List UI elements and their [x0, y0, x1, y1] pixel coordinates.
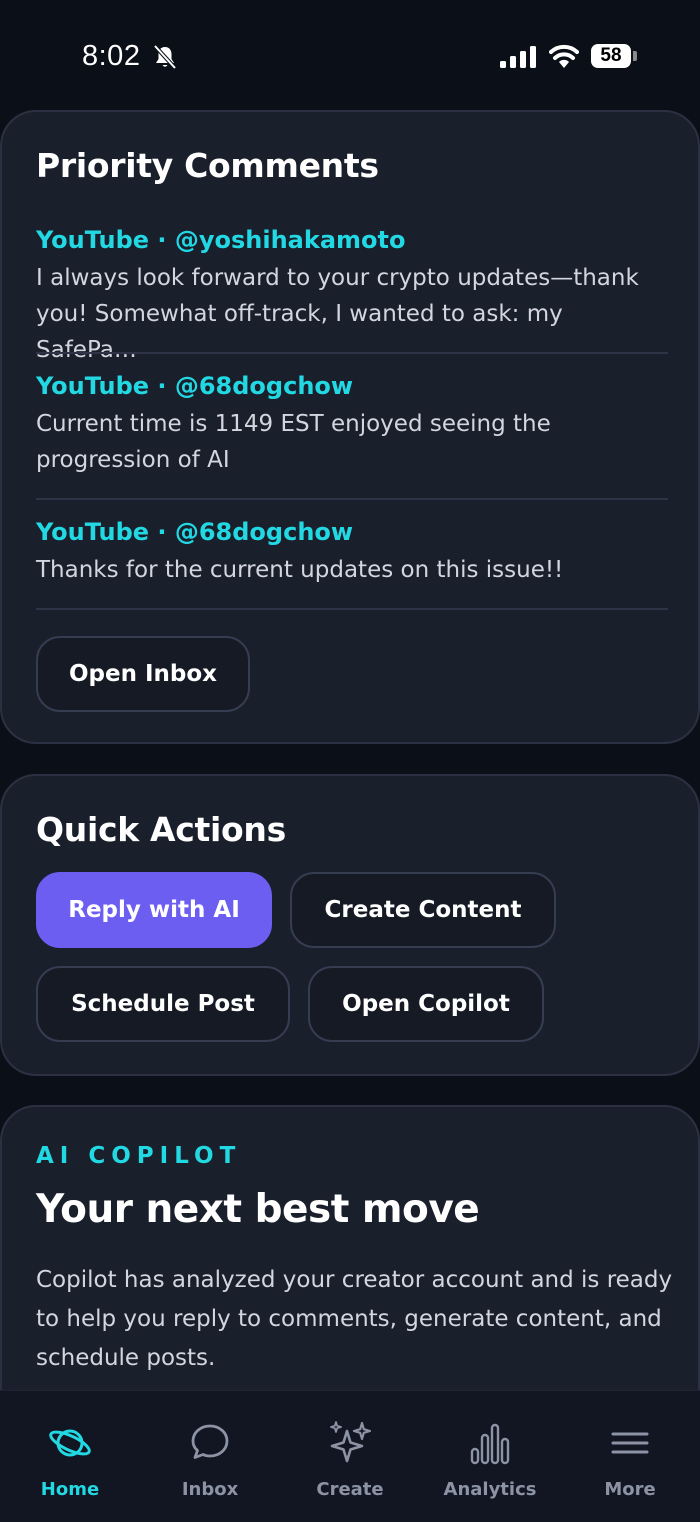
- status-time: 8:02: [82, 40, 141, 72]
- battery-nub: [633, 51, 637, 61]
- bar-chart-icon: [470, 1423, 510, 1465]
- comment-item[interactable]: YouTube · @yoshihakamoto I always look f…: [36, 226, 668, 368]
- quick-actions-title: Quick Actions: [36, 810, 286, 849]
- reply-with-ai-button[interactable]: Reply with AI: [36, 872, 272, 948]
- battery-indicator: 58: [591, 44, 631, 68]
- comment-item[interactable]: YouTube · @68dogchow Current time is 114…: [36, 372, 668, 478]
- planet-icon: [49, 1429, 91, 1457]
- tab-label: Create: [316, 1479, 384, 1500]
- cellular-signal-icon: [500, 46, 536, 68]
- tab-label: Inbox: [181, 1479, 239, 1500]
- comment-source: YouTube · @68dogchow: [36, 518, 354, 546]
- copilot-eyebrow: AI COPILOT: [36, 1143, 242, 1169]
- tab-label: Home: [40, 1479, 100, 1500]
- chat-icon: [191, 1424, 229, 1459]
- comment-source: YouTube · @yoshihakamoto: [36, 226, 406, 254]
- menu-icon: [611, 1432, 649, 1454]
- tab-label: More: [604, 1479, 656, 1500]
- tab-inbox[interactable]: Inbox: [140, 1391, 280, 1522]
- tab-label: Analytics: [443, 1479, 537, 1500]
- schedule-post-button[interactable]: Schedule Post: [36, 966, 290, 1042]
- copilot-headline: Your next best move: [36, 1187, 480, 1232]
- comment-item[interactable]: YouTube · @68dogchow Thanks for the curr…: [36, 518, 668, 588]
- screen: 8:02 58 Priority Comments YouTube · @yos…: [0, 0, 700, 1522]
- open-copilot-button[interactable]: Open Copilot: [308, 966, 544, 1042]
- wifi-icon: [549, 44, 579, 68]
- sparkles-icon: [330, 1421, 372, 1463]
- tab-home[interactable]: Home: [0, 1391, 140, 1522]
- create-content-button[interactable]: Create Content: [290, 872, 556, 948]
- divider: [36, 498, 668, 500]
- priority-comments-card: Priority Comments YouTube · @yoshihakamo…: [0, 110, 700, 744]
- tab-bar: Home Inbox Create Analytics More: [0, 1390, 700, 1522]
- tab-more[interactable]: More: [560, 1391, 700, 1522]
- quick-actions-card: Quick Actions Reply with AI Create Conte…: [0, 774, 700, 1076]
- tab-analytics[interactable]: Analytics: [420, 1391, 560, 1522]
- priority-comments-title: Priority Comments: [36, 146, 379, 185]
- comment-text: Thanks for the current updates on this i…: [36, 557, 564, 583]
- divider: [36, 608, 668, 610]
- comment-source: YouTube · @68dogchow: [36, 372, 354, 400]
- copilot-description: Copilot has analyzed your creator accoun…: [36, 1267, 673, 1371]
- status-bar: 8:02 58: [0, 0, 700, 110]
- open-inbox-button[interactable]: Open Inbox: [36, 636, 250, 712]
- bell-muted-icon: [153, 44, 177, 70]
- tab-create[interactable]: Create: [280, 1391, 420, 1522]
- comment-text: Current time is 1149 EST enjoyed seeing …: [36, 411, 551, 473]
- divider: [36, 352, 668, 354]
